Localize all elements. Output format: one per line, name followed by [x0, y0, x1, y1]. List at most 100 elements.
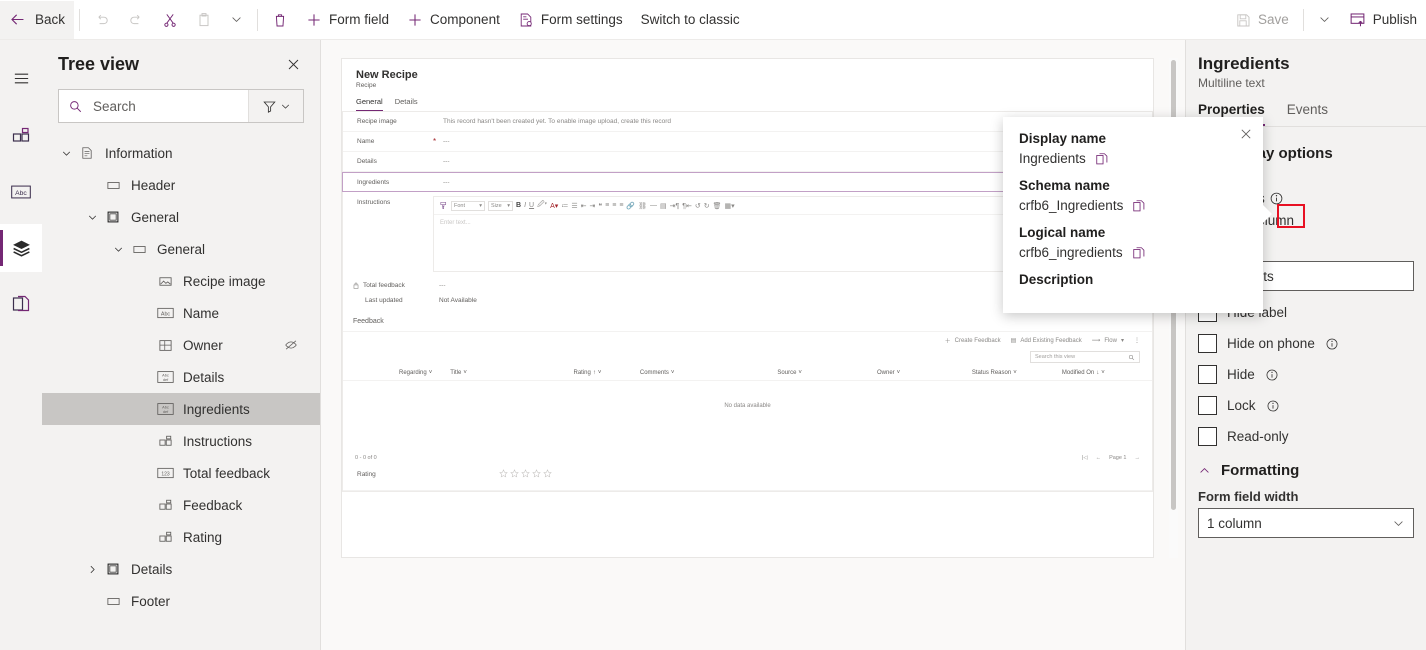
decrease-indent-icon[interactable]: ⇤ — [581, 202, 587, 210]
tree-view-filter-button[interactable] — [248, 90, 303, 122]
tree-node-header[interactable]: Header — [42, 169, 320, 201]
component-button[interactable]: Component — [398, 1, 509, 39]
checkbox-hide-on-phone[interactable]: Hide on phone — [1198, 334, 1414, 353]
info-icon[interactable] — [1266, 399, 1280, 413]
undo-icon[interactable]: ↺ — [695, 202, 701, 210]
back-button[interactable]: Back — [0, 0, 75, 39]
font-family-select[interactable]: Font ▾ — [451, 200, 485, 211]
align-left-icon[interactable]: ≡ — [605, 202, 609, 209]
bulleted-list-icon[interactable]: ☰ — [571, 202, 577, 210]
tree-node-rating[interactable]: Rating — [42, 521, 320, 553]
tree-node-owner[interactable]: Owner — [42, 329, 320, 361]
save-options-button[interactable] — [1309, 1, 1340, 39]
cut-button[interactable] — [153, 1, 187, 39]
form-field-width-select[interactable]: 1 column — [1198, 508, 1414, 538]
chevron-right-icon[interactable] — [82, 564, 102, 575]
tree-node-information[interactable]: Information — [42, 137, 320, 169]
chevron-down-icon[interactable] — [108, 244, 128, 255]
tree-node-feedback[interactable]: Feedback — [42, 489, 320, 521]
checkbox-box[interactable] — [1198, 334, 1217, 353]
blockquote-icon[interactable]: ❝ — [598, 202, 602, 210]
delete-button[interactable] — [263, 1, 297, 39]
bold-icon[interactable]: B — [516, 202, 521, 209]
font-color-icon[interactable]: A▾ — [550, 202, 558, 210]
save-button[interactable]: Save — [1226, 1, 1298, 39]
subgrid-col-comments[interactable]: Comments ˅ — [640, 370, 778, 376]
tab-events[interactable]: Events — [1287, 102, 1328, 126]
prev-page-icon[interactable]: ← — [1096, 455, 1102, 461]
form-row-rating[interactable]: Rating — [343, 463, 1152, 491]
subgrid-col-source[interactable]: Source ˅ — [777, 370, 877, 376]
first-page-icon[interactable]: |◁ — [1082, 455, 1088, 461]
star-icon[interactable] — [521, 469, 530, 480]
paste-options-button[interactable] — [221, 1, 252, 39]
rail-tree-view-button[interactable] — [0, 224, 42, 272]
unlink-icon[interactable]: ⛓ — [638, 202, 647, 210]
format-painter-icon[interactable] — [439, 201, 448, 210]
tree-node-name[interactable]: Abc Name — [42, 297, 320, 329]
info-icon[interactable] — [1269, 191, 1284, 206]
clear-format-icon[interactable]: 🗑 — [713, 202, 722, 210]
subgrid-col-regarding[interactable]: Regarding ˅ — [343, 370, 450, 376]
tree-node-footer[interactable]: Footer — [42, 585, 320, 617]
copy-icon[interactable] — [1132, 199, 1146, 213]
tree-node-details[interactable]: Abc def Details — [42, 361, 320, 393]
tree-node-details[interactable]: Details — [42, 553, 320, 585]
form-settings-button[interactable]: Form settings — [509, 1, 632, 39]
rating-stars[interactable] — [499, 469, 552, 480]
increase-indent-icon[interactable]: ⇥ — [589, 202, 595, 210]
redo-icon[interactable]: ↻ — [704, 202, 710, 210]
hamburger-menu-button[interactable] — [0, 54, 42, 102]
tree-node-instructions[interactable]: Instructions — [42, 425, 320, 457]
form-field-button[interactable]: Form field — [297, 1, 398, 39]
subgrid-col-modified-on[interactable]: Modified On ↓ ˅ — [1062, 370, 1152, 376]
star-icon[interactable] — [543, 469, 552, 480]
subgrid-col-owner[interactable]: Owner ˅ — [877, 370, 972, 376]
underline-icon[interactable]: U — [529, 202, 534, 209]
undo-button[interactable] — [85, 1, 119, 39]
star-icon[interactable] — [510, 469, 519, 480]
star-icon[interactable] — [499, 469, 508, 480]
callout-close-button[interactable] — [1239, 127, 1253, 141]
tree-view-close-button[interactable] — [283, 54, 304, 75]
subgrid-col-title[interactable]: Title ˅ — [450, 370, 573, 376]
chevron-down-icon[interactable] — [82, 212, 102, 223]
highlight-icon[interactable]: 🖉▾ — [537, 200, 547, 211]
checkbox-box[interactable] — [1198, 365, 1217, 384]
tree-node-general[interactable]: General — [42, 201, 320, 233]
switch-to-classic-button[interactable]: Switch to classic — [632, 1, 749, 39]
italic-icon[interactable]: I — [524, 202, 526, 209]
horizontal-rule-icon[interactable]: — — [650, 202, 657, 209]
subgrid-col-rating[interactable]: Rating ↑ ˅ — [574, 370, 640, 376]
chevron-down-icon[interactable] — [56, 148, 76, 159]
align-center-icon[interactable]: ≡ — [612, 202, 616, 209]
image-icon[interactable]: ▤ — [660, 202, 667, 210]
checkbox-hide[interactable]: Hide — [1198, 365, 1414, 384]
subgrid-more-button[interactable]: ⋮ — [1134, 337, 1140, 344]
numbered-list-icon[interactable]: ≔ — [561, 202, 568, 210]
paste-button[interactable] — [187, 1, 221, 39]
next-page-icon[interactable]: → — [1135, 455, 1141, 461]
checkbox-read-only[interactable]: Read-only — [1198, 427, 1414, 446]
form-tab-details[interactable]: Details — [395, 97, 418, 111]
publish-button[interactable]: Publish — [1340, 1, 1426, 39]
tree-node-general[interactable]: General — [42, 233, 320, 265]
subgrid-search-field[interactable]: Search this view — [1030, 351, 1140, 363]
link-icon[interactable]: 🔗 — [626, 202, 635, 210]
rail-copy-pages-button[interactable] — [0, 280, 42, 328]
search-input[interactable] — [91, 97, 239, 115]
formatting-section-header[interactable]: Formatting — [1198, 462, 1414, 479]
search-field-wrapper[interactable] — [59, 90, 248, 122]
rtl-icon[interactable]: ¶⇤ — [682, 202, 692, 210]
checkbox-box[interactable] — [1198, 396, 1217, 415]
align-right-icon[interactable]: ≡ — [619, 202, 623, 209]
tree-node-ingredients[interactable]: Abc def Ingredients — [42, 393, 320, 425]
info-icon[interactable] — [1265, 368, 1279, 382]
font-size-select[interactable]: Size ▾ — [488, 200, 513, 211]
subgrid-col-status-reason[interactable]: Status Reason ˅ — [972, 370, 1062, 376]
tree-node-recipe-image[interactable]: Recipe image — [42, 265, 320, 297]
copy-icon[interactable] — [1095, 152, 1109, 166]
redo-button[interactable] — [119, 1, 153, 39]
rail-components-button[interactable] — [0, 112, 42, 160]
ltr-icon[interactable]: ⇥¶ — [670, 202, 680, 210]
